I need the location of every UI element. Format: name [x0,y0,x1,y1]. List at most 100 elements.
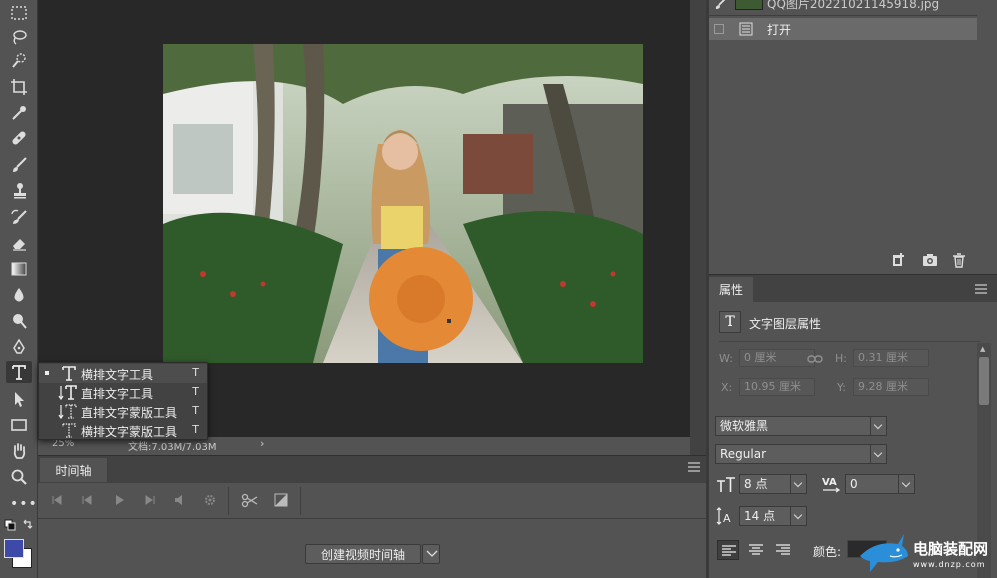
trash-icon[interactable] [951,252,967,268]
rectangle-icon[interactable] [6,414,32,436]
settings-gear-icon[interactable] [203,493,217,507]
panel-menu-icon[interactable] [688,462,700,472]
eraser-icon[interactable] [6,232,32,254]
play-icon[interactable] [112,493,126,507]
align-left-icon [722,545,736,556]
layer-type-label: 文字图层属性 [749,317,822,331]
eyedropper-icon[interactable] [6,102,32,124]
history-brush-icon[interactable] [6,206,32,228]
new-document-from-state-icon[interactable] [891,252,907,268]
tab-properties[interactable]: 属性 [709,277,753,302]
path-select-icon[interactable] [6,388,32,410]
tracking-select[interactable]: 0 [845,474,915,494]
flyout-item-horizontal-type-mask[interactable]: 横排文字蒙版工具 T [39,421,207,440]
font-size-icon [717,477,735,492]
go-to-first-frame-icon[interactable] [50,493,64,507]
properties-panel: 属性 T 文字图层属性 W: 0 厘米 H: 0.31 厘米 X: 10.95 … [709,274,997,578]
width-field[interactable]: 0 厘米 [739,349,815,367]
shark-logo-icon [860,534,908,572]
pen-icon[interactable] [6,336,32,358]
chevron-down-icon [870,417,886,435]
y-position-field[interactable]: 9.28 厘米 [853,378,929,396]
marquee-icon[interactable] [6,2,32,24]
font-size-select[interactable]: 8 点 [739,474,807,494]
status-menu-arrow[interactable]: › [260,437,264,450]
svg-text:A: A [723,512,731,525]
vertical-type-mask-icon [58,404,77,420]
timeline-controls [38,483,706,519]
align-right-button[interactable] [772,540,794,560]
align-right-icon [776,544,790,555]
separator [228,487,229,515]
leading-select[interactable]: 14 点 [739,506,807,526]
history-snapshot[interactable]: QQ图片20221021145918.jpg [709,0,977,14]
next-frame-icon[interactable] [143,493,157,507]
history-row-open[interactable]: 打开 [709,18,977,40]
more-tools-icon[interactable]: ••• [10,496,38,512]
lasso-icon[interactable] [6,26,32,48]
foreground-color-swatch[interactable] [4,539,24,558]
history-brush-source-icon [715,0,726,9]
align-center-button[interactable] [745,540,767,560]
cursor-marker [447,319,451,323]
x-position-field[interactable]: 10.95 厘米 [739,378,815,396]
type-tool-icon[interactable] [6,361,32,383]
default-colors-icon[interactable] [4,519,34,533]
scroll-up-icon[interactable]: ▲ [980,345,985,353]
split-scissors-icon[interactable] [241,492,258,509]
leading-icon: A [716,507,731,525]
tracking-icon: VA [822,477,841,493]
tools-panel: ••• [0,0,38,578]
hand-icon[interactable] [6,440,32,462]
history-panel: QQ图片20221021145918.jpg 打开 [709,0,997,273]
align-left-button[interactable] [717,540,739,560]
blur-icon[interactable] [6,284,32,306]
vertical-type-icon [58,385,77,401]
tab-timeline[interactable]: 时间轴 [40,458,108,482]
history-source-checkbox[interactable] [714,24,724,34]
history-footer [709,248,997,272]
audio-icon[interactable] [172,493,186,507]
panel-menu-icon[interactable] [975,284,987,294]
transition-icon[interactable] [274,493,288,507]
timeline-type-dropdown[interactable] [422,544,440,564]
brush-icon[interactable] [6,154,32,176]
chevron-down-icon [898,475,914,493]
document-image [163,44,643,363]
flyout-item-vertical-type-mask[interactable]: 直排文字蒙版工具 T [39,402,207,421]
type-tool-flyout: 横排文字工具 T 直排文字工具 T 直排文字蒙版工具 T 横排文字蒙版工具 T [38,362,208,440]
chevron-down-icon [790,475,806,493]
previous-frame-icon[interactable] [80,493,94,507]
chevron-down-icon [426,550,438,557]
camera-icon[interactable] [922,252,938,268]
flyout-item-horizontal-type[interactable]: 横排文字工具 T [39,364,207,383]
height-field[interactable]: 0.31 厘米 [853,349,929,367]
document-size: 文档:7.03M/7.03M [128,442,217,453]
chevron-down-icon [790,507,806,525]
svg-text:VA: VA [822,477,837,488]
watermark-text: 电脑装配网 [913,540,989,558]
align-center-icon [749,544,763,555]
flyout-item-vertical-type[interactable]: 直排文字工具 T [39,383,207,402]
crop-icon[interactable] [6,76,32,98]
scroll-thumb[interactable] [979,357,989,405]
quick-select-icon[interactable] [6,50,32,72]
snapshot-thumbnail [735,0,763,10]
clone-stamp-icon[interactable] [6,180,32,202]
link-icon[interactable] [807,353,823,365]
dodge-icon[interactable] [6,310,32,332]
horizontal-type-mask-icon [62,423,76,438]
gradient-icon[interactable] [6,258,32,280]
color-label: 颜色: [813,545,842,559]
create-video-timeline-button[interactable]: 创建视频时间轴 [305,544,421,564]
type-layer-icon: T [719,311,741,333]
selected-dot [45,371,49,375]
font-style-select[interactable]: Regular [715,444,887,464]
healing-brush-icon[interactable] [6,127,32,149]
separator [719,341,981,342]
horizontal-type-icon [62,366,76,381]
timeline-panel: 时间轴 创建视频时间轴 [38,455,706,578]
font-family-select[interactable]: 微软雅黑 [715,416,887,436]
watermark-url: www.dnzp.com [913,560,986,569]
zoom-icon[interactable] [6,466,32,488]
